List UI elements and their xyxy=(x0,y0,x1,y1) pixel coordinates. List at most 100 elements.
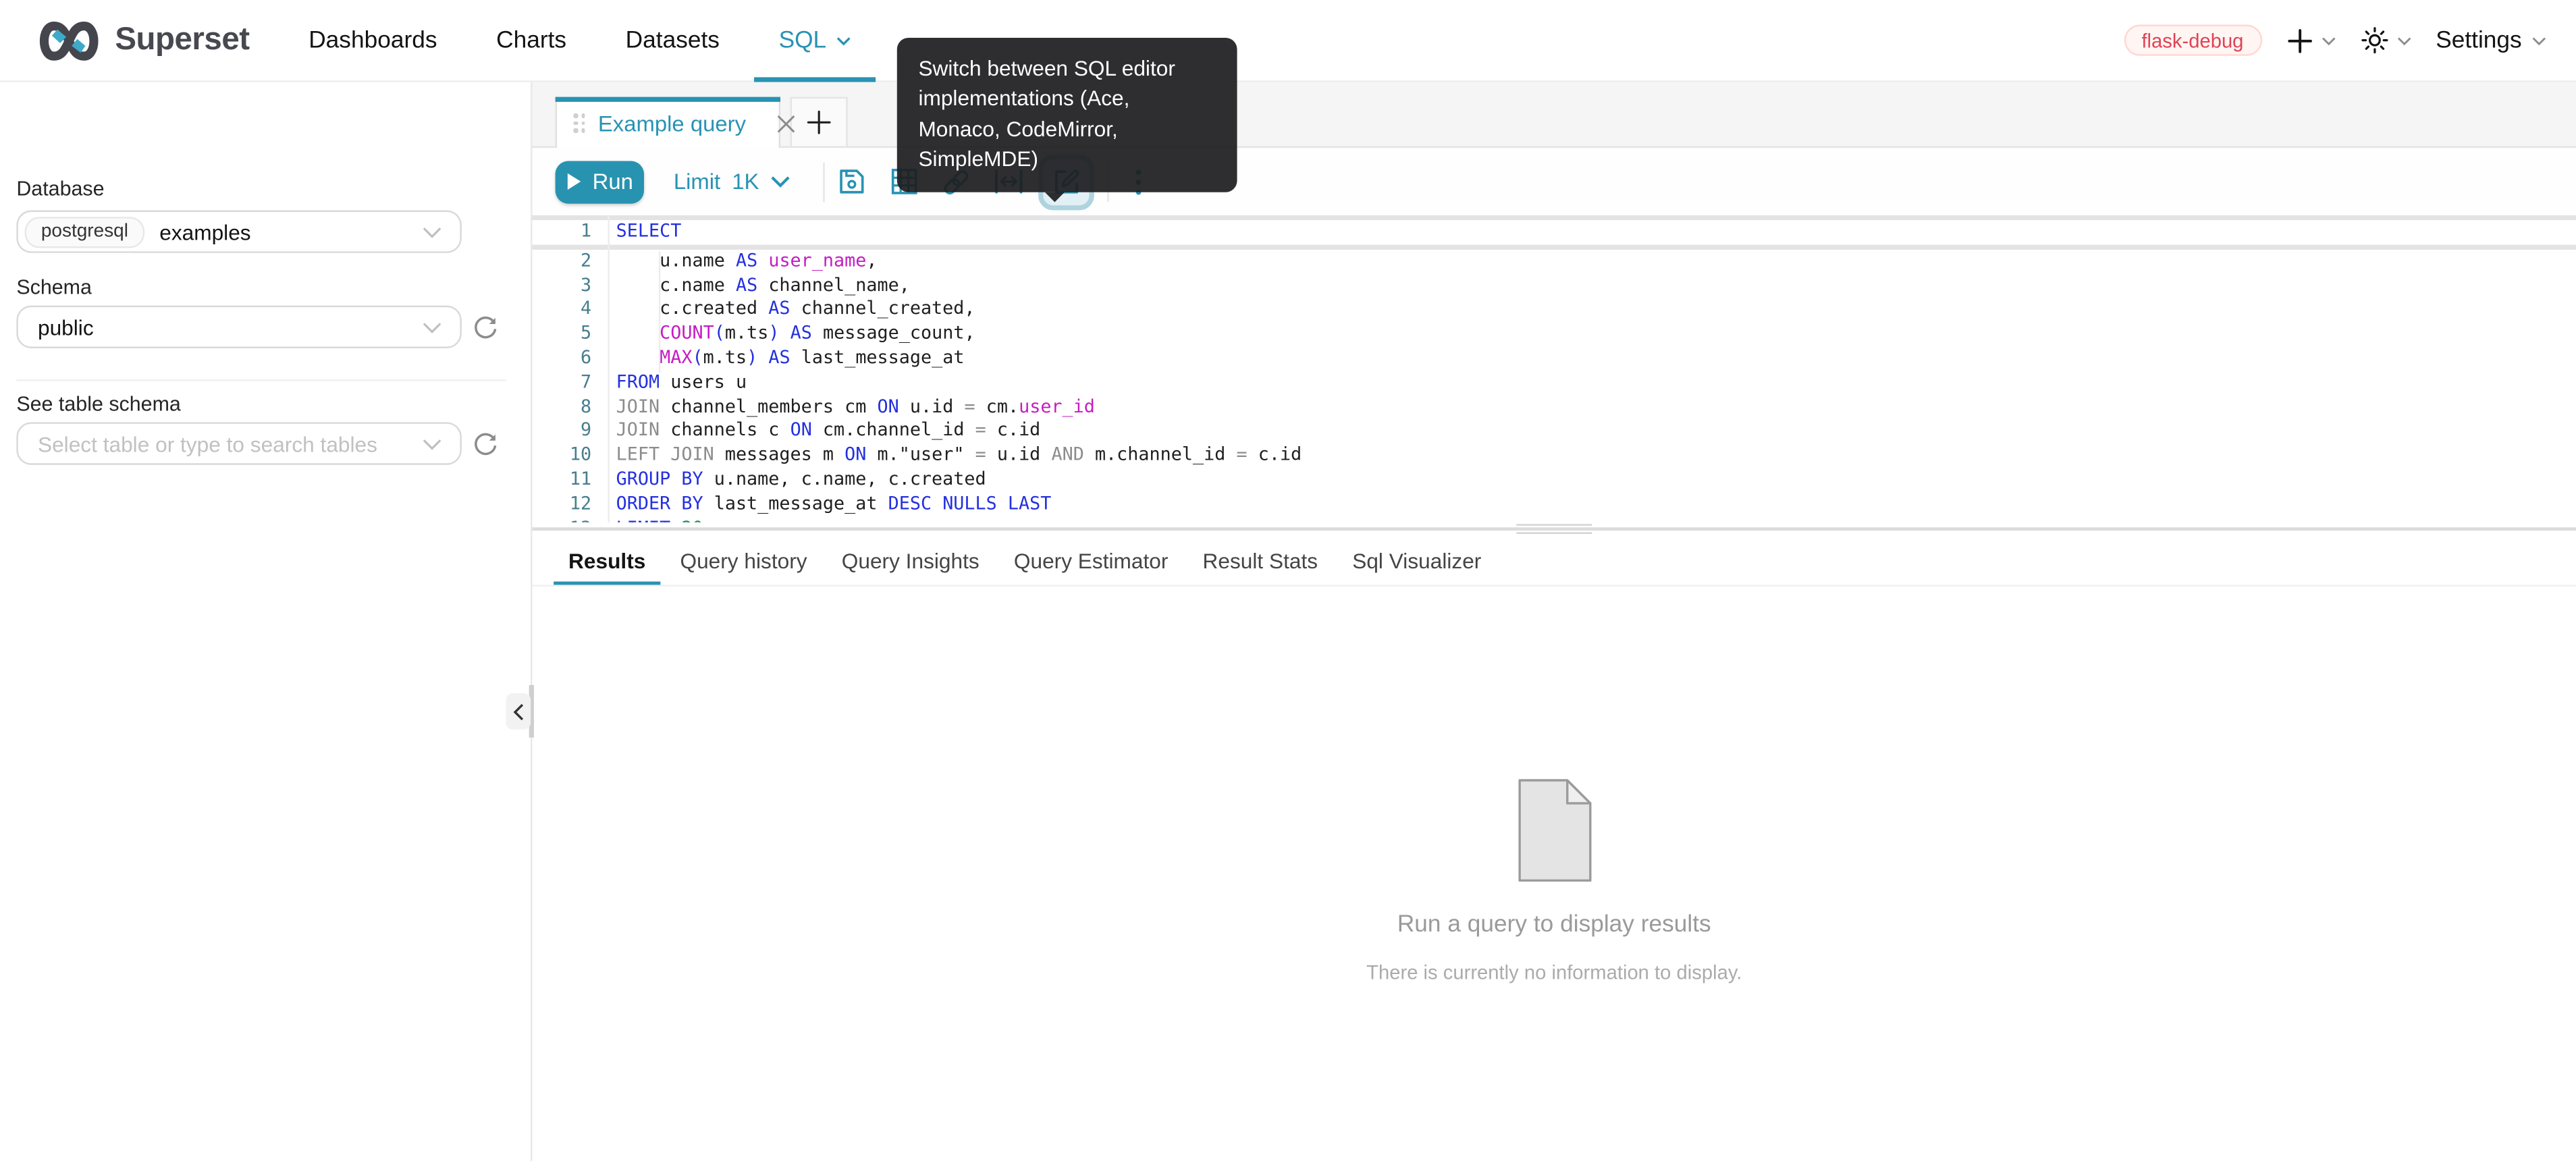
theme-menu[interactable] xyxy=(2360,26,2411,54)
code-token xyxy=(670,517,681,522)
code-line[interactable]: 13LIMIT 20 xyxy=(533,517,2576,522)
code-token: = xyxy=(1236,444,1247,466)
limit-dropdown[interactable]: Limit 1K xyxy=(674,169,790,194)
chevron-down-icon xyxy=(422,439,441,452)
pane-resize-splitter[interactable] xyxy=(533,522,2576,535)
chevron-down-icon xyxy=(836,35,851,45)
schema-value: public xyxy=(38,315,94,340)
document-icon xyxy=(1518,779,1592,882)
results-empty-state: Run a query to display results There is … xyxy=(533,587,2576,1161)
save-query-button[interactable] xyxy=(832,162,871,201)
code-token: m.channel_id xyxy=(1084,444,1237,466)
code-token: LEFT JOIN xyxy=(616,444,714,466)
table-schema-label: See table schema xyxy=(16,393,181,416)
code-line[interactable]: 8JOIN channel_members cm ON u.id = cm.us… xyxy=(533,395,2576,419)
refresh-schemas-icon[interactable] xyxy=(471,314,499,342)
code-token: c.id xyxy=(1247,444,1302,466)
sql-code-editor[interactable]: 1SELECT2 u.name AS user_name,3 c.name AS… xyxy=(533,215,2576,522)
code-line[interactable]: 12ORDER BY last_message_at DESC NULLS LA… xyxy=(533,493,2576,517)
code-line[interactable]: 10LEFT JOIN messages m ON m."user" = u.i… xyxy=(533,444,2576,468)
results-tab-query-history[interactable]: Query history xyxy=(666,535,822,585)
code-token: channel_name, xyxy=(757,273,910,295)
code-line[interactable]: 4 c.created AS channel_created, xyxy=(533,298,2576,322)
empty-state-title: Run a query to display results xyxy=(1397,912,1711,938)
code-token: messages m xyxy=(714,444,844,466)
code-token: DESC NULLS LAST xyxy=(888,493,1052,514)
results-tab-query-insights[interactable]: Query Insights xyxy=(827,535,994,585)
nav-item-charts[interactable]: Charts xyxy=(472,0,591,80)
empty-state-subtitle: There is currently no information to dis… xyxy=(1366,961,1742,984)
run-button[interactable]: Run xyxy=(556,160,644,202)
database-select[interactable]: postgresql examples xyxy=(16,211,462,253)
new-item-menu[interactable] xyxy=(2286,27,2336,53)
code-line[interactable]: 7FROM users u xyxy=(533,371,2576,395)
line-number: 3 xyxy=(533,273,608,298)
code-token: MAX xyxy=(660,346,692,368)
code-token: COUNT xyxy=(660,322,714,344)
nav-item-dashboards[interactable]: Dashboards xyxy=(284,0,462,80)
gutter-border xyxy=(608,215,609,522)
code-token: u.id xyxy=(899,395,965,416)
save-icon xyxy=(837,167,865,195)
code-line[interactable]: 11GROUP BY u.name, c.name, c.created xyxy=(533,468,2576,493)
results-tab-results[interactable]: Results xyxy=(554,535,660,585)
code-line[interactable]: 2 u.name AS user_name, xyxy=(533,249,2576,273)
results-tab-query-estimator[interactable]: Query Estimator xyxy=(999,535,1183,585)
code-token: m."user" xyxy=(866,444,975,466)
code-token: users u xyxy=(660,371,747,392)
code-token: = xyxy=(975,444,986,466)
query-tab-title: Example query xyxy=(598,111,746,136)
line-number: 5 xyxy=(533,322,608,346)
drag-handle-icon[interactable] xyxy=(573,114,585,133)
code-token: m.ts xyxy=(725,322,768,344)
table-select[interactable]: Select table or type to search tables xyxy=(16,422,462,464)
results-tab-result-stats[interactable]: Result Stats xyxy=(1188,535,1333,585)
line-number: 2 xyxy=(533,249,608,273)
sql-editor-pane: Example query Run Limit 1K xyxy=(533,82,2576,1161)
code-line[interactable]: 3 c.name AS channel_name, xyxy=(533,273,2576,298)
query-tab[interactable]: Example query xyxy=(556,97,780,148)
code-line[interactable]: 1SELECT xyxy=(533,215,2576,250)
code-text: FROM users u xyxy=(608,371,747,395)
code-text: c.name AS channel_name, xyxy=(608,273,909,298)
code-line[interactable]: 5 COUNT(m.ts) AS message_count, xyxy=(533,322,2576,346)
chevron-down-icon xyxy=(2321,35,2336,45)
code-token: ON xyxy=(877,395,898,416)
database-label: Database xyxy=(16,178,104,200)
line-number: 11 xyxy=(533,468,608,493)
chevron-down-icon xyxy=(2396,35,2411,45)
limit-value: 1K xyxy=(732,169,759,194)
code-token: AS xyxy=(736,249,757,271)
code-line[interactable]: 9JOIN channels c ON cm.channel_id = c.id xyxy=(533,420,2576,444)
code-token: cm. xyxy=(975,395,1019,416)
settings-menu[interactable]: Settings xyxy=(2436,27,2546,53)
code-line[interactable]: 6 MAX(m.ts) AS last_message_at xyxy=(533,346,2576,371)
editor-tabstrip: Example query xyxy=(533,82,2576,148)
nav-item-label: SQL xyxy=(779,27,827,53)
line-number: 8 xyxy=(533,395,608,419)
screen: Superset DashboardsChartsDatasetsSQL fla… xyxy=(0,0,2576,1161)
nav-item-datasets[interactable]: Datasets xyxy=(601,0,744,80)
new-tab-button[interactable] xyxy=(790,97,848,148)
nav-item-label: Datasets xyxy=(626,27,720,53)
code-token: AS xyxy=(768,298,790,319)
collapse-sidebar-button[interactable] xyxy=(506,693,531,730)
superset-logo[interactable]: Superset xyxy=(36,19,250,61)
close-tab-icon[interactable] xyxy=(777,114,795,132)
line-number: 1 xyxy=(533,220,608,244)
code-text: SELECT xyxy=(608,220,681,244)
database-value: examples xyxy=(159,219,250,244)
code-token: u.id xyxy=(986,444,1052,466)
chevron-left-icon xyxy=(512,702,524,720)
line-number: 4 xyxy=(533,298,608,322)
results-tab-sql-visualizer[interactable]: Sql Visualizer xyxy=(1337,535,1496,585)
schema-select[interactable]: public xyxy=(16,306,462,348)
refresh-tables-icon[interactable] xyxy=(471,431,499,458)
code-token: ON xyxy=(844,444,866,466)
brand-name: Superset xyxy=(115,22,249,59)
play-icon xyxy=(566,173,581,191)
code-token: last_message_at xyxy=(790,346,965,368)
code-token: ( xyxy=(693,346,703,368)
nav-item-sql[interactable]: SQL xyxy=(754,0,876,80)
code-token: = xyxy=(975,420,986,441)
